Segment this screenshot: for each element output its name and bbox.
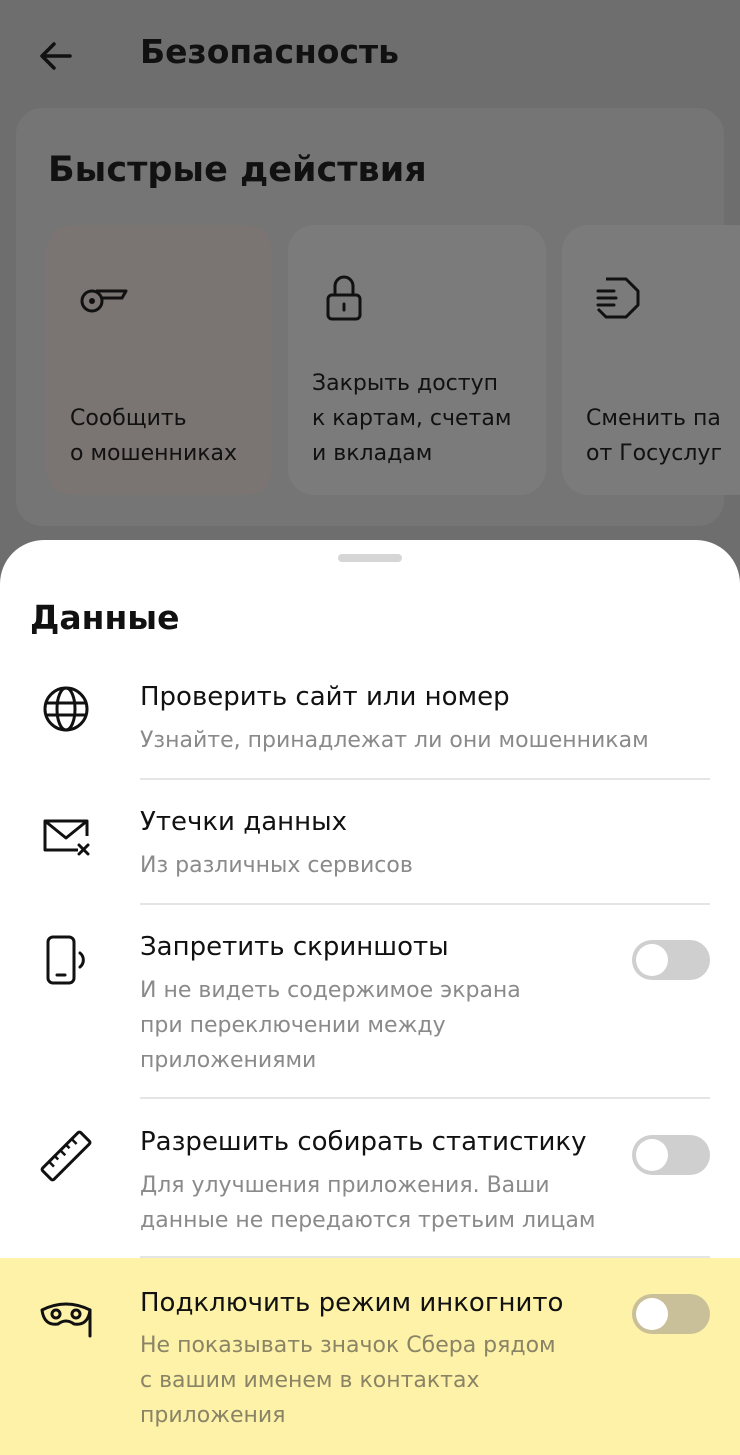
row-title: Подключить режим инкогнито — [140, 1288, 564, 1318]
row-subtitle-line: данные не передаются третьим лицам — [140, 1208, 596, 1233]
page-title: Безопасность — [140, 32, 400, 71]
row-subtitle-line: Узнайте, принадлежат ли они мошенникам — [140, 728, 649, 753]
row-subtitle-line: И не видеть содержимое экрана — [140, 978, 521, 1003]
row-subtitle: Узнайте, принадлежат ли они мошенникам — [140, 723, 649, 758]
block-screenshots-row[interactable]: Запретить скриншоты И не видеть содержим… — [0, 915, 740, 1095]
row-title: Запретить скриншоты — [140, 932, 449, 962]
ruler-icon — [40, 1130, 92, 1182]
card-label-line: Сообщить — [70, 406, 187, 431]
report-fraud-card[interactable]: Сообщить о мошенниках — [46, 225, 272, 495]
card-label-line: Сменить па — [586, 406, 721, 431]
sheet-drag-handle[interactable] — [338, 554, 402, 562]
incognito-mask-icon — [40, 1302, 92, 1338]
arrow-left-icon[interactable] — [36, 36, 76, 76]
globe-icon — [43, 686, 89, 732]
screenshots-toggle[interactable] — [632, 940, 710, 980]
check-site-row[interactable]: Проверить сайт или номер Узнайте, принад… — [0, 665, 740, 783]
row-subtitle-line: с вашим именем в контактах — [140, 1368, 480, 1393]
divider — [140, 903, 710, 905]
toggle-knob — [636, 1139, 668, 1171]
report-fraud-label: Сообщить о мошенниках — [70, 401, 237, 471]
card-label-line: к картам, счетам — [312, 406, 512, 431]
divider — [140, 1097, 710, 1099]
sheet-title: Данные — [30, 598, 180, 637]
gosuslugi-icon — [596, 277, 640, 319]
row-title: Разрешить собирать статистику — [140, 1127, 587, 1157]
row-subtitle: Из различных сервисов — [140, 848, 413, 883]
incognito-row[interactable]: Подключить режим инкогнито Не показывать… — [0, 1258, 740, 1455]
whistle-icon — [80, 289, 128, 313]
data-leaks-row[interactable]: Утечки данных Из различных сервисов — [0, 790, 740, 906]
row-subtitle: И не видеть содержимое экрана при перекл… — [140, 973, 521, 1078]
statistics-toggle[interactable] — [632, 1135, 710, 1175]
change-password-label: Сменить па от Госуслуг — [586, 401, 722, 471]
incognito-toggle[interactable] — [632, 1294, 710, 1334]
row-subtitle: Для улучшения приложения. Ваши данные не… — [140, 1168, 595, 1238]
lock-icon — [326, 275, 362, 321]
row-subtitle-line: Для улучшения приложения. Ваши — [140, 1173, 550, 1198]
row-subtitle-line: приложениями — [140, 1048, 317, 1073]
change-password-card[interactable]: Сменить па от Госуслуг — [562, 225, 740, 495]
quick-actions-title: Быстрые действия — [48, 150, 427, 190]
block-access-label: Закрыть доступ к картам, счетам и вклада… — [312, 366, 511, 471]
row-subtitle-line: при переключении между — [140, 1013, 446, 1038]
phone-screenshot-icon — [46, 935, 85, 985]
top-bar: Безопасность — [0, 0, 740, 110]
divider — [140, 778, 710, 780]
block-access-card[interactable]: Закрыть доступ к картам, счетам и вклада… — [288, 225, 546, 495]
row-title: Утечки данных — [140, 807, 348, 837]
card-label-line: от Госуслуг — [586, 441, 722, 466]
row-subtitle-line: приложения — [140, 1403, 286, 1428]
row-subtitle: Не показывать значок Сбера рядом с вашим… — [140, 1328, 556, 1433]
card-label-line: о мошенниках — [70, 441, 238, 466]
row-subtitle-line: Не показывать значок Сбера рядом — [140, 1333, 556, 1358]
bottom-sheet: Данные Проверить сайт или номер Узнайте,… — [0, 540, 740, 1455]
row-subtitle-line: Из различных сервисов — [140, 853, 413, 878]
row-title: Проверить сайт или номер — [140, 682, 510, 712]
card-label-line: и вкладам — [312, 441, 433, 466]
toggle-knob — [636, 944, 668, 976]
allow-statistics-row[interactable]: Разрешить собирать статистику Для улучше… — [0, 1110, 740, 1255]
card-label-line: Закрыть доступ — [312, 371, 498, 396]
mail-leak-icon — [43, 819, 90, 856]
toggle-knob — [636, 1298, 668, 1330]
